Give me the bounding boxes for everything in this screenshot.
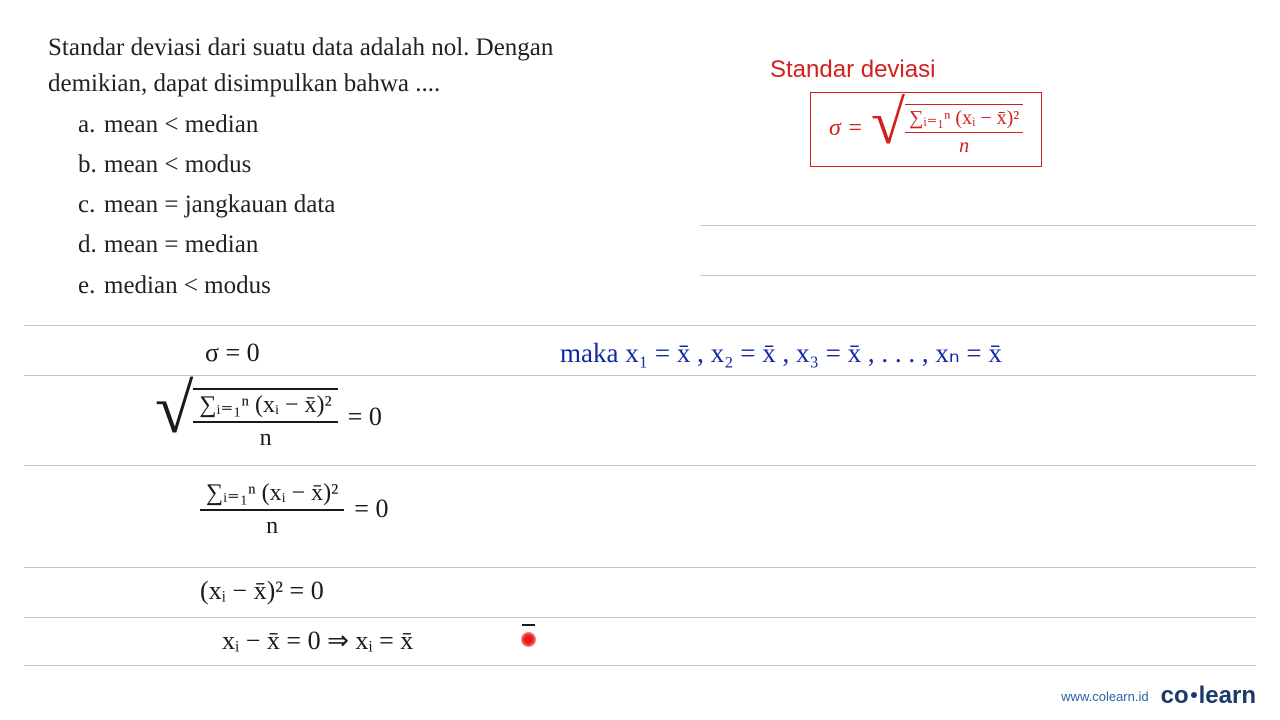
- footer-brand: colearn: [1161, 682, 1256, 710]
- work-l2-den: n: [260, 423, 272, 452]
- question-block: Standar deviasi dari suatu data adalah n…: [48, 30, 708, 304]
- sqrt-icon: √: [871, 99, 905, 147]
- option-b: b.mean < modus: [78, 147, 708, 183]
- sigma-label: σ =: [829, 115, 863, 142]
- ruled-line: [24, 665, 1256, 666]
- footer: www.colearn.id colearn: [1061, 682, 1256, 710]
- laser-pointer-icon: [521, 632, 536, 647]
- work-line-2: √ ∑ᵢ₌₁ⁿ (xᵢ − x̄)² n = 0: [155, 382, 382, 452]
- work-l2-num: ∑ᵢ₌₁ⁿ (xᵢ − x̄)²: [193, 390, 337, 423]
- ruled-line: [700, 275, 1256, 276]
- ruled-line: [24, 325, 1256, 326]
- work-line-1: σ = 0: [205, 338, 260, 368]
- option-a: a.mean < median: [78, 107, 708, 143]
- work-line-3: ∑ᵢ₌₁ⁿ (xᵢ − x̄)² n = 0: [200, 478, 388, 540]
- work-conclusion: maka x₁ = x̄ , x₂ = x̄ , x₃ = x̄ , . . .…: [560, 338, 1002, 369]
- ruled-line: [24, 375, 1256, 376]
- ruled-line: [24, 465, 1256, 466]
- ruled-line: [24, 567, 1256, 568]
- work-l3-eq: = 0: [354, 494, 388, 524]
- formula-numerator: ∑ᵢ₌₁ⁿ (xᵢ − x̄)²: [905, 105, 1023, 133]
- question-line2: demikian, dapat disimpulkan bahwa ....: [48, 66, 708, 102]
- option-c: c.mean = jangkauan data: [78, 187, 708, 223]
- option-d: d.mean = median: [78, 227, 708, 263]
- options-list: a.mean < median b.mean < modus c.mean = …: [48, 107, 708, 304]
- sqrt-icon: √: [155, 382, 193, 438]
- ruled-line: [24, 617, 1256, 618]
- xbar-overline: [522, 624, 535, 626]
- work-l3-den: n: [266, 511, 278, 540]
- question-line1: Standar deviasi dari suatu data adalah n…: [48, 30, 708, 66]
- formula-title: Standar deviasi: [770, 56, 935, 84]
- footer-site: www.colearn.id: [1061, 689, 1148, 704]
- work-line-5: xᵢ − x̄ = 0 ⇒ xᵢ = x̄: [222, 626, 413, 656]
- dot-icon: [1191, 692, 1197, 698]
- ruled-line: [700, 225, 1256, 226]
- formula-denominator: n: [959, 133, 969, 158]
- formula-box: σ = √ ∑ᵢ₌₁ⁿ (xᵢ − x̄)² n: [810, 92, 1042, 167]
- work-l2-eq: = 0: [348, 402, 382, 432]
- work-line-4: (xᵢ − x̄)² = 0: [200, 576, 324, 606]
- work-l3-num: ∑ᵢ₌₁ⁿ (xᵢ − x̄)²: [200, 478, 344, 511]
- option-e: e.median < modus: [78, 268, 708, 304]
